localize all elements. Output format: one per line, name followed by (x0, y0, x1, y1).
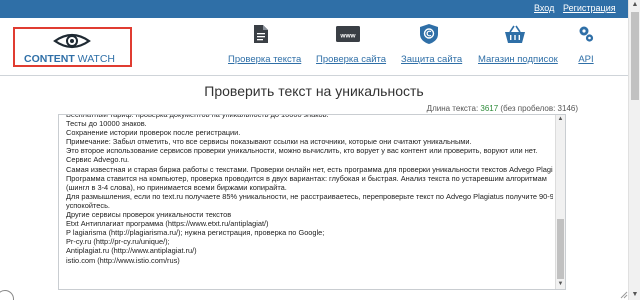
nav-subscription-shop[interactable]: Магазин подписок (478, 23, 558, 67)
text-line: P lagiarisma (http://plagiarisma.ru/); н… (66, 228, 325, 238)
page: Вход Регистрация CONTENT WATCH Проверка … (0, 0, 640, 300)
register-link[interactable]: Регистрация (563, 3, 616, 13)
text-input[interactable]: Бесплатный тариф: проверка документов на… (58, 114, 566, 290)
page-scrollbar[interactable]: ▲ ▼ (628, 0, 640, 300)
www-icon: www (336, 26, 360, 42)
scroll-up-icon[interactable]: ▲ (556, 115, 565, 124)
nav-protect-site[interactable]: Защита сайта (401, 23, 462, 67)
text-line: istio.com (http://www.istio.com/rus) (66, 255, 180, 265)
header: CONTENT WATCH Проверка текста www Провер… (0, 18, 628, 76)
text-line: успокойтесь. (66, 200, 110, 210)
text-line: Для размышления, если по text.ru получае… (66, 191, 553, 201)
text-line: Pr-cy.ru (http://pr-cy.ru/unique/); (66, 237, 170, 247)
logo-text: CONTENT WATCH (24, 53, 115, 65)
login-link[interactable]: Вход (534, 3, 554, 13)
page-title: Проверить текст на уникальность (204, 83, 424, 99)
nav-api[interactable]: API (572, 23, 600, 67)
text-content: Бесплатный тариф: проверка документов на… (66, 115, 553, 265)
page-scroll-thumb[interactable] (631, 12, 639, 100)
text-line: Etxt Антиплагиат программа (https://www.… (66, 219, 269, 229)
page-scroll-down-icon[interactable]: ▼ (629, 290, 640, 300)
text-line: Примечание: Забыл отметить, что все серв… (66, 137, 472, 147)
eye-icon (53, 33, 91, 49)
text-length: Длина текста: 3617 (без пробелов: 3146) (426, 104, 578, 113)
text-line: Antiplagiat.ru (http://www.antiplagiat.r… (66, 246, 197, 256)
text-line: (шингл в 3-4 слова), но принимается всем… (66, 182, 287, 192)
textarea-scrollbar[interactable]: ▲ ▼ (555, 115, 565, 289)
text-line: Тесты до 10000 знаков. (66, 119, 147, 129)
document-icon (254, 25, 268, 43)
textarea-scroll-thumb[interactable] (557, 219, 564, 279)
logo[interactable]: CONTENT WATCH (13, 27, 132, 67)
scroll-down-icon[interactable]: ▼ (556, 280, 565, 289)
text-line: Другие сервисы проверок уникальности тек… (66, 210, 232, 220)
text-length-value: 3617 (480, 104, 499, 113)
page-scroll-up-icon[interactable]: ▲ (629, 0, 640, 10)
nav-check-text[interactable]: Проверка текста (228, 23, 301, 67)
corner-circle-icon (0, 290, 14, 300)
top-bar: Вход Регистрация (0, 0, 628, 18)
gears-icon (579, 26, 594, 42)
resize-handle-icon[interactable] (620, 291, 628, 299)
svg-text:www: www (339, 33, 356, 40)
basket-icon (505, 25, 525, 43)
nav-check-site[interactable]: www Проверка сайта (316, 23, 386, 67)
text-line: Программа ставится на компьютер, проверк… (66, 173, 547, 183)
text-line: Сохранение истории проверок после регист… (66, 128, 241, 138)
text-line: Сервис Advego.ru. (66, 155, 130, 165)
text-line: Самая известная и старая биржа работы с … (66, 164, 553, 174)
copyright-shield-icon (419, 24, 438, 44)
text-line: Это второе использование сервисов провер… (66, 146, 538, 156)
